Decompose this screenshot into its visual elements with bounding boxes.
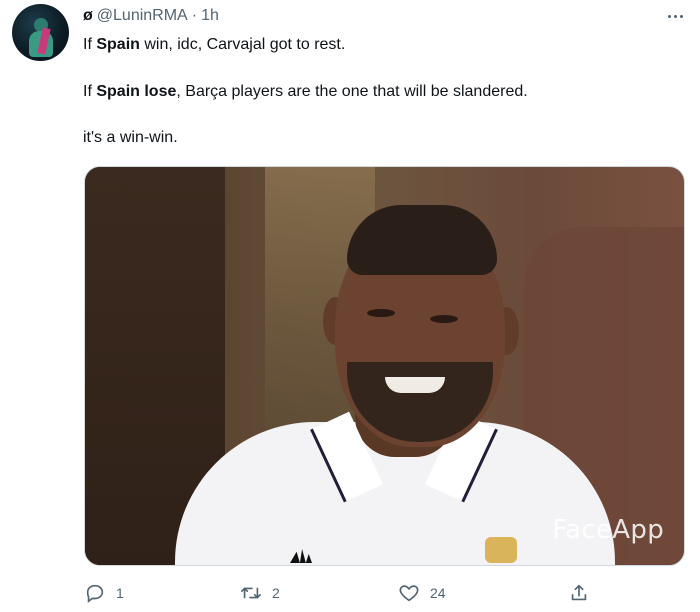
timestamp[interactable]: 1h — [201, 7, 219, 25]
faceapp-watermark: FaceApp — [552, 515, 664, 545]
display-name[interactable]: ø — [83, 7, 93, 25]
crest-icon — [485, 537, 517, 563]
share-icon — [571, 584, 587, 601]
tweet-header: ø @LuninRMA · 1h — [83, 5, 219, 27]
retweet-button[interactable]: 2 — [240, 577, 280, 609]
more-icon[interactable] — [664, 8, 686, 24]
retweet-count: 2 — [272, 585, 280, 601]
separator-dot: · — [191, 7, 198, 24]
tweet-line-1: If Spain win, idc, Carvajal got to rest. — [83, 36, 346, 53]
share-button[interactable] — [568, 577, 590, 609]
tweet-line-3: it's a win-win. — [83, 129, 178, 146]
retweet-icon — [241, 587, 261, 599]
reply-icon — [86, 584, 104, 603]
avatar[interactable] — [12, 4, 69, 61]
action-bar: 1 2 24 — [0, 577, 700, 609]
reply-button[interactable]: 1 — [84, 577, 124, 609]
tweet-line-2: If Spain lose, Barça players are the one… — [83, 83, 528, 100]
like-button[interactable]: 24 — [398, 577, 446, 609]
tweet[interactable]: ø @LuninRMA · 1h If Spain win, idc, Carv… — [0, 0, 700, 612]
handle[interactable]: @LuninRMA — [97, 7, 188, 25]
heart-icon — [399, 585, 419, 602]
tweet-image[interactable]: FaceApp — [84, 166, 685, 566]
reply-count: 1 — [116, 585, 124, 601]
like-count: 24 — [430, 585, 446, 601]
